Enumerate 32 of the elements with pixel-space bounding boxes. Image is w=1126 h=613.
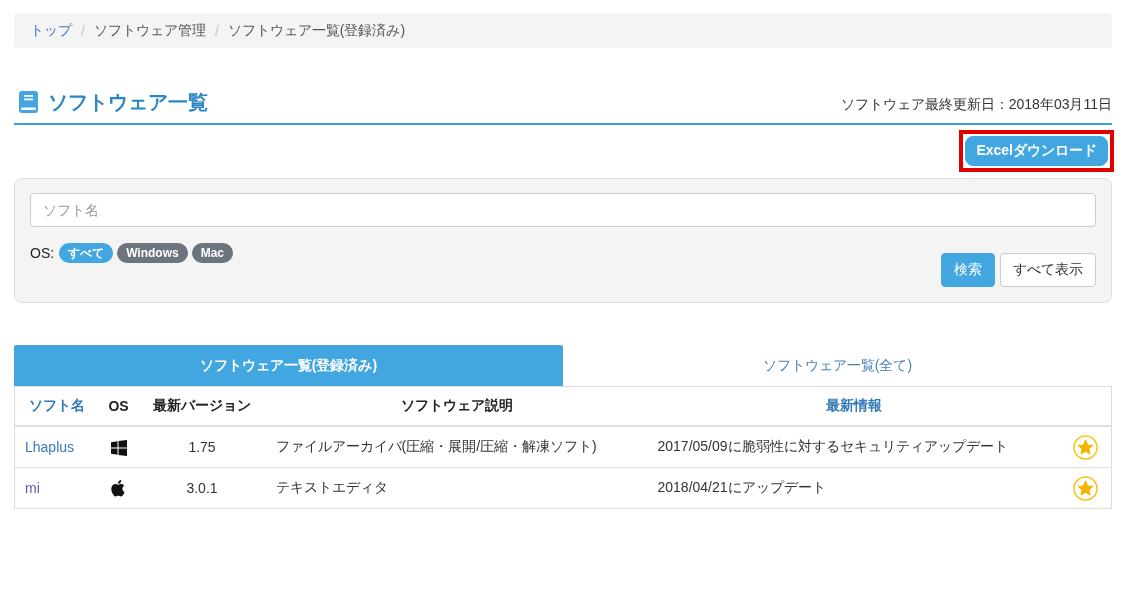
column-sort-link[interactable]: 最新情報 [826,397,882,413]
search-button[interactable]: 検索 [941,253,995,287]
os-filter-pill[interactable]: すべて [59,243,114,263]
column-sort-link[interactable]: ソフト名 [28,397,85,413]
breadcrumb-link[interactable]: トップ [30,21,72,40]
latest-info-cell: 2017/05/09に脆弱性に対するセキュリティアップデート [657,438,1008,454]
windows-logo-icon [110,439,127,456]
apple-logo-icon [111,479,126,497]
breadcrumb-item: ソフトウェア管理 [93,21,206,40]
page-title: ソフトウェア一覧 [48,89,208,114]
breadcrumb-item: ソフトウェア一覧(登録済み) [227,21,406,40]
breadcrumb-separator: / [81,22,85,39]
os-label: OS: [30,245,55,261]
excel-download-button[interactable]: Excelダウンロード [965,136,1108,166]
tab[interactable]: ソフトウェア一覧(登録済み) [14,345,563,386]
last-updated-text: ソフトウェア最終更新日：2018年03月11日 [840,95,1112,114]
description-cell: ファイルアーカイバ(圧縮・展開/圧縮・解凍ソフト) [275,438,597,454]
description-cell: テキストエディタ [275,479,388,495]
column-header: 最新バージョン [153,397,251,413]
software-link[interactable]: mi [25,480,40,496]
software-name-input[interactable]: ソフト名 [30,193,1096,227]
software-link[interactable]: Lhaplus [25,439,75,455]
os-filter-pill[interactable]: Windows [117,243,188,263]
show-all-button[interactable]: すべて表示 [1000,253,1096,287]
column-header: OS [108,398,129,414]
version-cell: 1.75 [188,439,216,455]
os-filter-pill[interactable]: Mac [191,243,234,263]
latest-info-cell: 2018/04/21にアップデート [657,479,826,495]
book-icon [19,90,38,113]
version-cell: 3.0.1 [186,480,218,496]
breadcrumb-separator: / [214,22,219,39]
column-header: ソフトウェア説明 [400,397,513,413]
